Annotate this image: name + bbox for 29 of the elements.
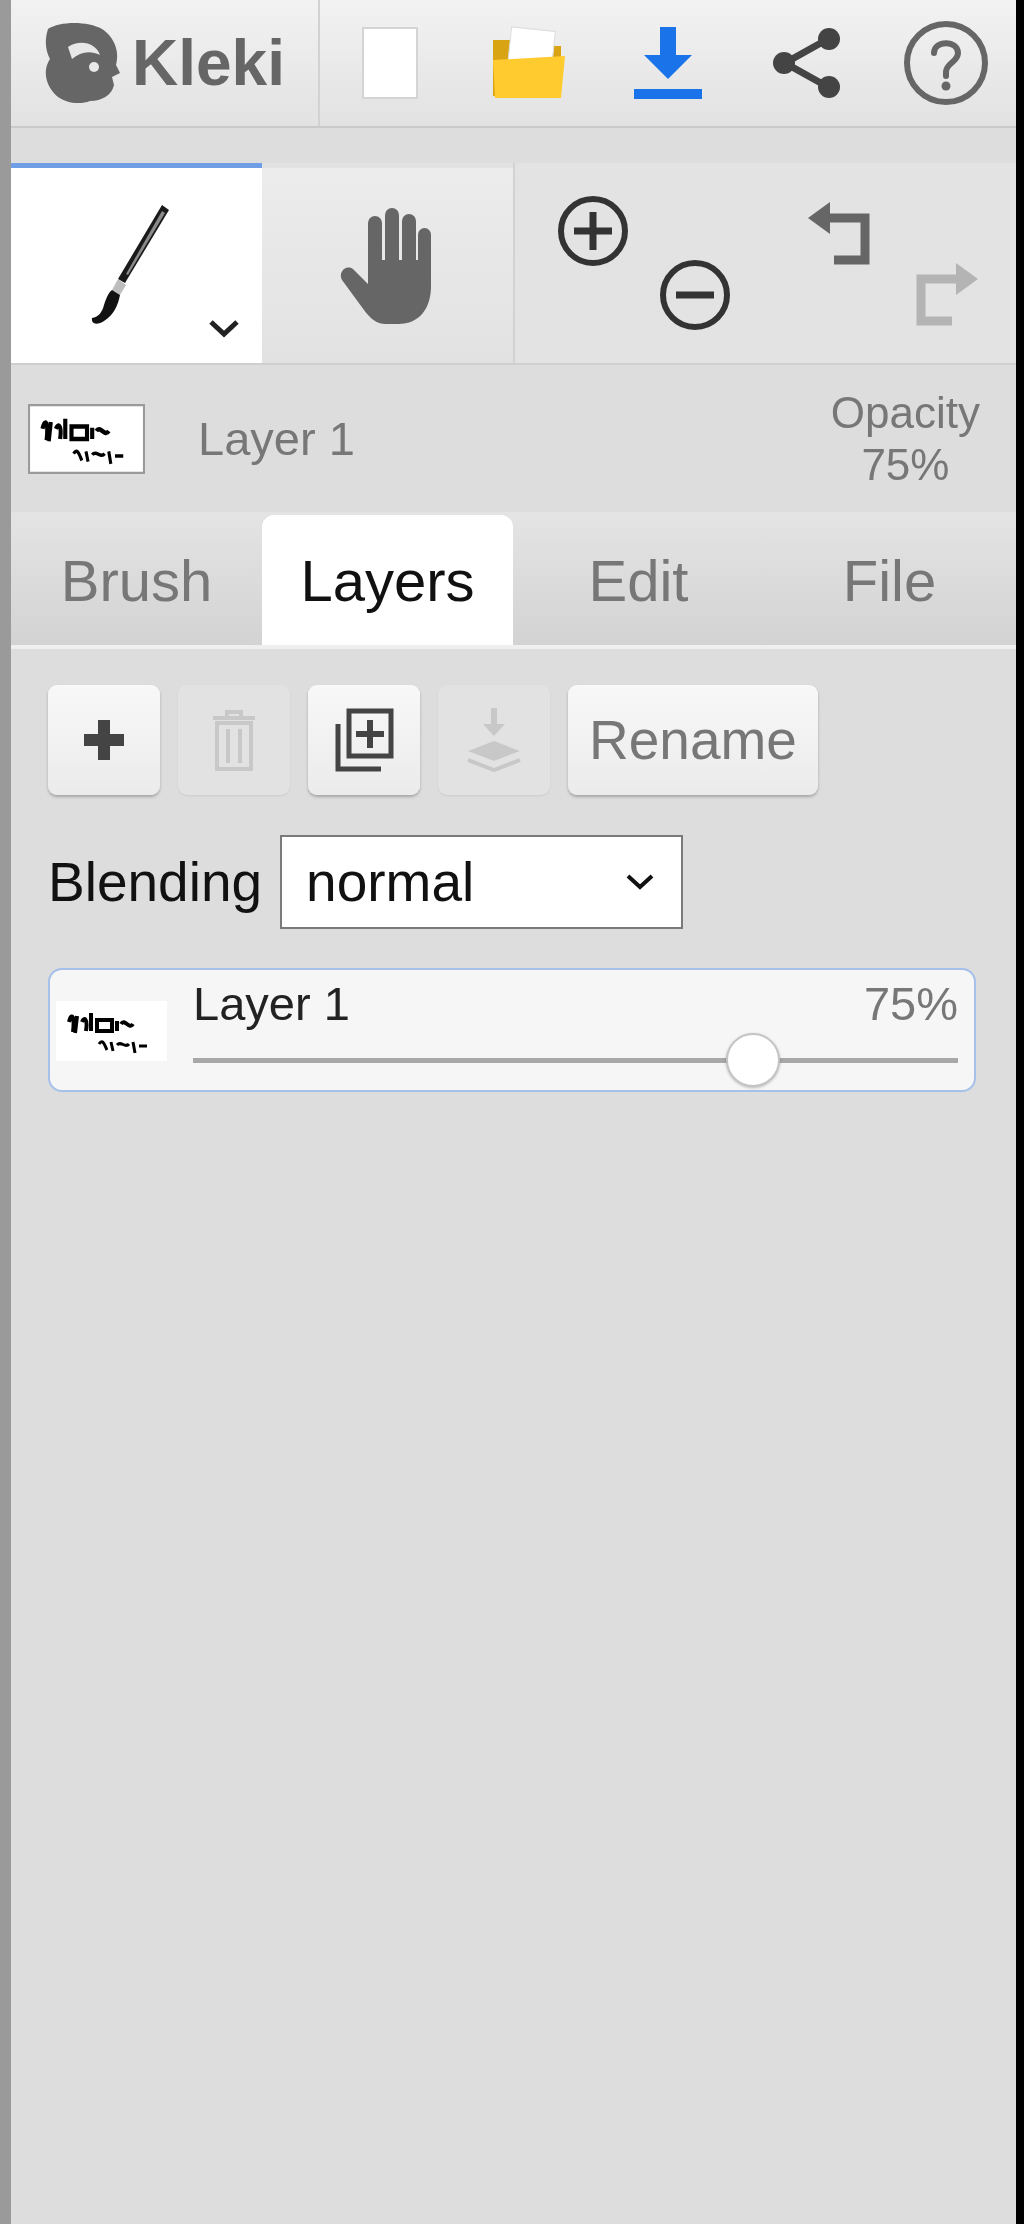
help-icon[interactable] bbox=[902, 20, 989, 106]
opacity-value: 75% bbox=[863, 975, 958, 1031]
logo-text: Kleki bbox=[132, 31, 285, 95]
tab[interactable]: File bbox=[764, 515, 1015, 645]
blending-label: Blending bbox=[48, 850, 263, 914]
duplicate-icon bbox=[334, 708, 394, 772]
share-icon[interactable] bbox=[771, 27, 842, 99]
rename-button[interactable]: Rename bbox=[568, 685, 818, 795]
blending-select[interactable]: normal bbox=[280, 835, 684, 929]
layer-item[interactable]: Layer 1 75% bbox=[48, 968, 976, 1092]
merge-down-icon bbox=[464, 708, 524, 772]
tab[interactable]: Layers bbox=[262, 515, 513, 645]
zoom-in-icon[interactable] bbox=[557, 195, 629, 267]
layer-name: Layer 1 bbox=[193, 975, 350, 1031]
tab[interactable]: Brush bbox=[11, 515, 262, 645]
plus-icon bbox=[82, 718, 126, 762]
add-layer-button[interactable] bbox=[48, 685, 160, 795]
opacity-value: 75% bbox=[861, 438, 950, 491]
download-icon[interactable] bbox=[633, 27, 702, 99]
layer-name: Layer 1 bbox=[198, 411, 355, 466]
caret-icon bbox=[625, 873, 656, 891]
trash-icon bbox=[211, 709, 257, 771]
opacity-label: Opacity bbox=[830, 386, 980, 439]
zoom-out-icon[interactable] bbox=[659, 259, 731, 331]
caret-icon bbox=[207, 318, 241, 338]
slider-thumb[interactable] bbox=[726, 1033, 781, 1087]
brush-tool-button[interactable] bbox=[11, 163, 262, 363]
tab[interactable]: Edit bbox=[513, 515, 764, 645]
duplicate-layer-button[interactable] bbox=[308, 685, 420, 795]
